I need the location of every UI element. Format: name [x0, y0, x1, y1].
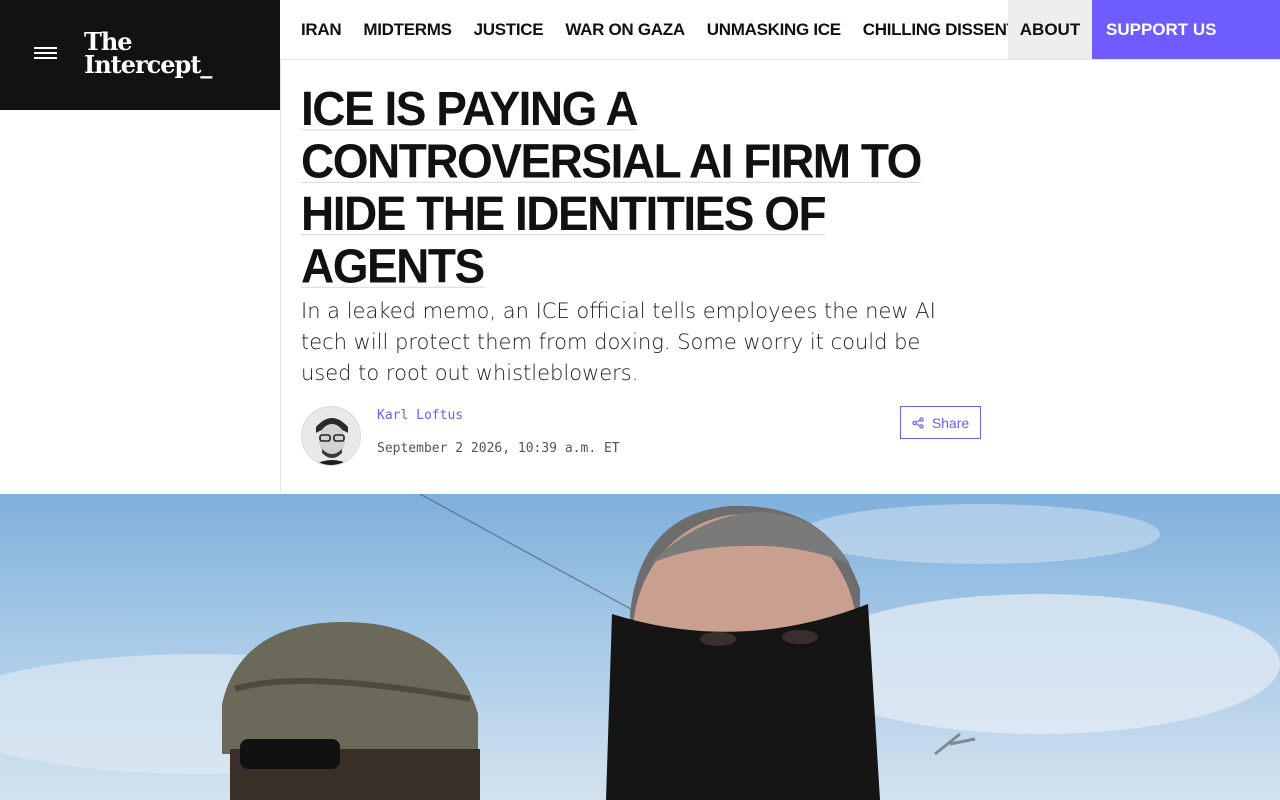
nav-item-war-on-gaza[interactable]: WAR ON GAZA — [565, 20, 685, 40]
headline-line: CONTROVERSIAL AI FIRM TO — [301, 133, 922, 189]
nav-item-unmasking-ice[interactable]: UNMASKING ICE — [707, 20, 841, 40]
headline: ICE IS PAYING A CONTROVERSIAL AI FIRM TO… — [301, 80, 991, 294]
top-navigation: IRAN MIDTERMS JUSTICE WAR ON GAZA UNMASK… — [280, 0, 1280, 60]
byline: Karl Loftus September 2 2026, 10:39 a.m.… — [301, 406, 981, 468]
hamburger-icon[interactable] — [34, 47, 57, 61]
hero-image — [0, 494, 1280, 800]
headline-line: HIDE THE IDENTITIES OF — [301, 185, 827, 241]
author-link[interactable]: Karl Loftus — [377, 408, 463, 423]
nav-item-chilling-dissent[interactable]: CHILLING DISSENT — [863, 20, 1017, 40]
publish-date: September 2 2026, 10:39 a.m. ET — [377, 441, 620, 456]
nav-item-iran[interactable]: IRAN — [301, 20, 342, 40]
nav-items: IRAN MIDTERMS JUSTICE WAR ON GAZA UNMASK… — [280, 0, 1039, 59]
article-dek: In a leaked memo, an ICE official tells … — [301, 299, 936, 385]
headline-line: ICE IS PAYING A — [301, 80, 639, 136]
support-us-button[interactable]: SUPPORT US — [1092, 0, 1280, 59]
share-icon — [912, 416, 924, 429]
brand-header: The Intercept_ — [0, 0, 280, 110]
nav-item-midterms[interactable]: MIDTERMS — [363, 20, 452, 40]
logo-line-2: Intercept_ — [84, 50, 212, 79]
logo[interactable]: The Intercept_ — [84, 30, 212, 79]
column-divider — [280, 60, 281, 493]
headline-line: AGENTS — [301, 238, 485, 294]
author-avatar[interactable] — [301, 406, 361, 466]
about-link[interactable]: ABOUT — [1008, 0, 1092, 59]
nav-item-justice[interactable]: JUSTICE — [474, 20, 544, 40]
share-label: Share — [931, 414, 970, 431]
share-button[interactable]: Share — [900, 406, 981, 439]
article-header: ICE IS PAYING A CONTROVERSIAL AI FIRM TO… — [301, 80, 991, 389]
